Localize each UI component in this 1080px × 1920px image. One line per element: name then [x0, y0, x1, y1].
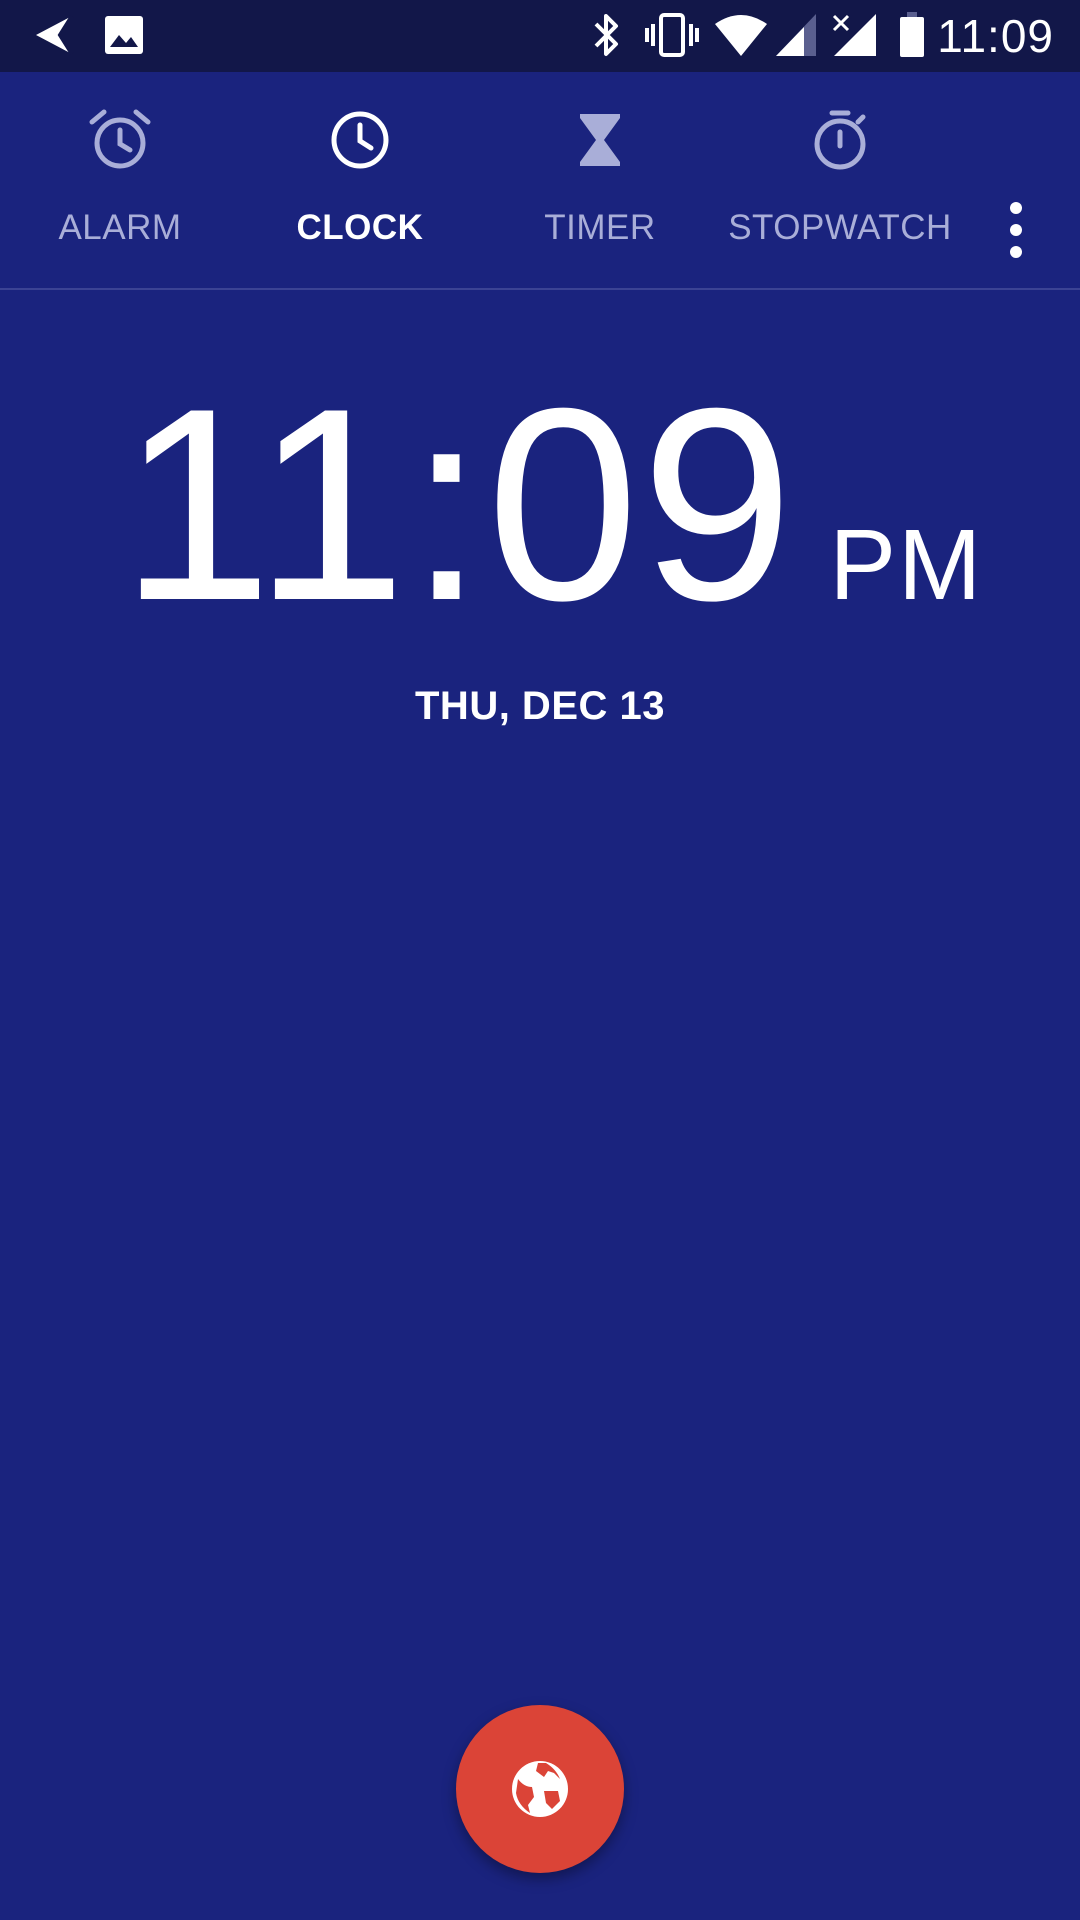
cell-signal-no-data-icon — [832, 14, 876, 56]
wifi-icon — [715, 15, 767, 56]
status-bar: 11:09 — [0, 0, 1080, 72]
tab-clock-label: CLOCK — [296, 208, 424, 247]
tab-alarm-label: ALARM — [58, 208, 182, 247]
navigation-arrow-icon — [36, 14, 74, 56]
cell-signal-icon — [776, 14, 816, 56]
image-icon — [105, 16, 143, 54]
bluetooth-icon — [594, 14, 618, 56]
tab-alarm[interactable]: ALARM — [0, 72, 240, 288]
clock-date: THU, DEC 13 — [415, 684, 665, 728]
alarm-icon — [89, 109, 151, 169]
tab-stopwatch[interactable]: STOPWATCH — [720, 72, 960, 288]
digital-clock: 11:09 PM — [120, 368, 984, 642]
status-bar-time: 11:09 — [937, 10, 1054, 62]
clock-app-screen: 11:09 ALARM CLOCK TIMER STOPWATCH 11:09 … — [0, 0, 1080, 1920]
world-clock-button[interactable] — [456, 1705, 624, 1873]
hourglass-icon — [580, 114, 620, 166]
clock-time: 11:09 — [120, 352, 796, 658]
more-vert-icon[interactable] — [992, 200, 1040, 260]
vibrate-icon — [645, 13, 699, 57]
tab-timer-label: TIMER — [544, 208, 656, 247]
tab-clock[interactable]: CLOCK — [240, 72, 480, 288]
tab-timer[interactable]: TIMER — [480, 72, 720, 288]
clock-ampm: PM — [829, 509, 984, 621]
clock-icon — [331, 111, 389, 169]
stopwatch-icon — [814, 110, 866, 170]
tab-bar: ALARM CLOCK TIMER STOPWATCH — [0, 72, 1080, 290]
tab-stopwatch-label: STOPWATCH — [728, 208, 952, 247]
battery-icon — [900, 12, 924, 57]
globe-icon — [512, 1761, 568, 1817]
